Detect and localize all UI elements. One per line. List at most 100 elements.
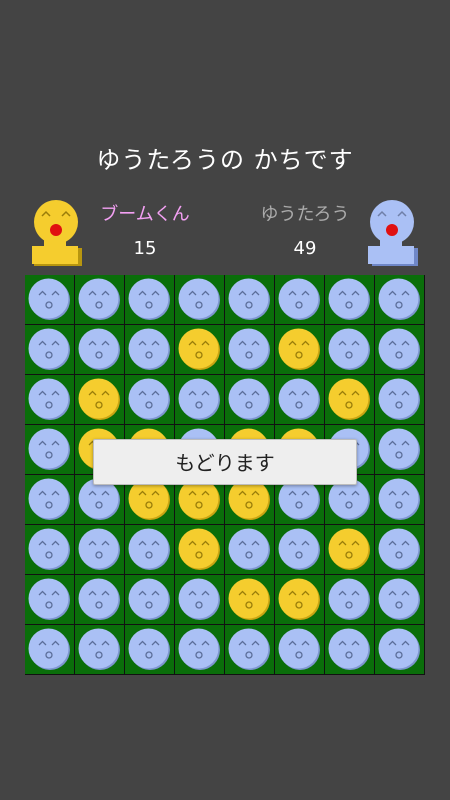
blue-piece-icon [278,378,320,420]
player1-avatar-icon [32,200,82,266]
player1-score: 15 [133,238,157,259]
board-cell[interactable] [25,475,74,524]
blue-piece-icon [378,478,420,520]
board-cell[interactable] [275,575,324,624]
blue-piece-icon [228,378,270,420]
blue-piece-icon [28,528,70,570]
blue-piece-icon [78,528,120,570]
player2-score: 49 [293,238,317,259]
board-cell[interactable] [325,275,374,324]
blue-piece-icon [28,328,70,370]
board-cell[interactable] [375,325,424,374]
board-cell[interactable] [25,275,74,324]
board-cell[interactable] [125,525,174,574]
board-cell[interactable] [375,525,424,574]
blue-piece-icon [378,628,420,670]
blue-piece-icon [28,428,70,470]
board-cell[interactable] [325,375,374,424]
blue-piece-icon [28,278,70,320]
board-cell[interactable] [325,575,374,624]
board-cell[interactable] [275,275,324,324]
board-cell[interactable] [75,375,124,424]
board-cell[interactable] [225,525,274,574]
blue-piece-icon [378,428,420,470]
blue-piece-icon [278,628,320,670]
board-cell[interactable] [25,425,74,474]
board-cell[interactable] [275,625,324,674]
board-cell[interactable] [25,575,74,624]
blue-piece-icon [128,378,170,420]
blue-piece-icon [128,628,170,670]
board-cell[interactable] [125,575,174,624]
back-button[interactable]: もどります [93,439,357,485]
blue-piece-icon [28,628,70,670]
blue-piece-icon [328,628,370,670]
blue-piece-icon [178,378,220,420]
blue-piece-icon [378,378,420,420]
blue-piece-icon [178,628,220,670]
blue-piece-icon [28,578,70,620]
blue-piece-icon [278,528,320,570]
board-cell[interactable] [25,525,74,574]
board-cell[interactable] [375,275,424,324]
board-cell[interactable] [325,525,374,574]
blue-piece-icon [228,628,270,670]
board-cell[interactable] [275,525,324,574]
blue-piece-icon [78,278,120,320]
player2-name: ゆうたろう [260,204,350,225]
board-cell[interactable] [375,425,424,474]
board-cell[interactable] [275,375,324,424]
blue-piece-icon [78,328,120,370]
board-cell[interactable] [125,275,174,324]
yellow-piece-icon [328,378,370,420]
board-cell[interactable] [375,475,424,524]
blue-piece-icon [28,478,70,520]
board-cell[interactable] [325,625,374,674]
board-cell[interactable] [175,275,224,324]
board-cell[interactable] [25,375,74,424]
board-cell[interactable] [175,325,224,374]
board-cell[interactable] [175,575,224,624]
board-cell[interactable] [225,325,274,374]
blue-piece-icon [128,328,170,370]
board-cell[interactable] [75,575,124,624]
result-banner: ゆうたろうの かちです [96,146,354,174]
board-cell[interactable] [175,525,224,574]
yellow-piece-icon [278,328,320,370]
board-cell[interactable] [25,325,74,374]
board-cell[interactable] [225,625,274,674]
board-cell[interactable] [75,525,124,574]
board-cell[interactable] [75,325,124,374]
board-cell[interactable] [375,575,424,624]
board-cell[interactable] [375,375,424,424]
board-cell[interactable] [75,625,124,674]
yellow-piece-icon [228,578,270,620]
board-cell[interactable] [275,325,324,374]
board-cell[interactable] [175,625,224,674]
board-cell[interactable] [375,625,424,674]
yellow-piece-icon [78,378,120,420]
board-cell[interactable] [225,275,274,324]
board-cell[interactable] [225,575,274,624]
blue-piece-icon [378,578,420,620]
blue-piece-icon [78,578,120,620]
blue-piece-icon [228,328,270,370]
board-cell[interactable] [75,275,124,324]
board-cell[interactable] [125,625,174,674]
board-cell[interactable] [325,325,374,374]
board-cell[interactable] [125,325,174,374]
board-cell[interactable] [125,375,174,424]
board-cell[interactable] [25,625,74,674]
blue-piece-icon [128,578,170,620]
board-cell[interactable] [175,375,224,424]
player2-avatar-icon [368,200,418,266]
blue-piece-icon [178,578,220,620]
blue-piece-icon [128,278,170,320]
yellow-piece-icon [178,328,220,370]
blue-piece-icon [328,328,370,370]
board-cell[interactable] [225,375,274,424]
blue-piece-icon [228,278,270,320]
blue-piece-icon [78,628,120,670]
blue-piece-icon [378,528,420,570]
blue-piece-icon [378,328,420,370]
